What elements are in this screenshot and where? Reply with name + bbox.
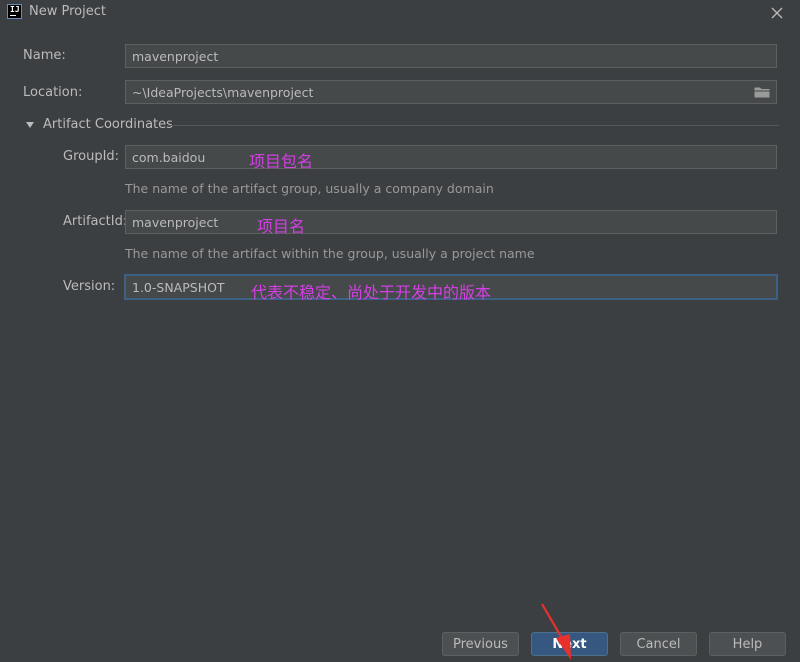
artifact-coordinates-toggle[interactable]: Artifact Coordinates bbox=[23, 116, 779, 134]
artifactid-input[interactable] bbox=[126, 211, 776, 233]
previous-button[interactable]: Previous bbox=[442, 632, 519, 656]
help-button[interactable]: Help bbox=[709, 632, 786, 656]
triangle-down-icon bbox=[26, 122, 34, 128]
name-field[interactable] bbox=[125, 44, 777, 68]
artifactid-label: ArtifactId: bbox=[63, 214, 128, 229]
location-field[interactable] bbox=[125, 80, 777, 104]
groupid-field[interactable] bbox=[125, 145, 777, 169]
location-label: Location: bbox=[23, 85, 83, 100]
folder-icon[interactable] bbox=[754, 86, 770, 98]
groupid-label: GroupId: bbox=[63, 149, 120, 164]
version-annotation: 代表不稳定、尚处于开发中的版本 bbox=[251, 283, 492, 302]
groupid-input[interactable] bbox=[126, 146, 776, 168]
location-input[interactable] bbox=[126, 81, 776, 103]
name-input[interactable] bbox=[126, 45, 776, 67]
title-bar: IJ New Project bbox=[0, 0, 800, 26]
groupid-annotation: 项目包名 bbox=[249, 152, 314, 171]
intellij-icon: IJ bbox=[7, 4, 22, 19]
artifactid-field[interactable] bbox=[125, 210, 777, 234]
window-title: New Project bbox=[29, 4, 106, 19]
groupid-hint: The name of the artifact group, usually … bbox=[125, 181, 494, 196]
next-button[interactable]: Next bbox=[531, 632, 608, 656]
close-icon[interactable] bbox=[768, 4, 786, 22]
artifactid-annotation: 项目名 bbox=[257, 217, 306, 236]
artifactid-hint: The name of the artifact within the grou… bbox=[125, 246, 535, 261]
section-title: Artifact Coordinates bbox=[43, 117, 173, 132]
name-label: Name: bbox=[23, 48, 66, 63]
version-label: Version: bbox=[63, 279, 116, 294]
cancel-button[interactable]: Cancel bbox=[620, 632, 697, 656]
section-divider bbox=[168, 125, 779, 126]
